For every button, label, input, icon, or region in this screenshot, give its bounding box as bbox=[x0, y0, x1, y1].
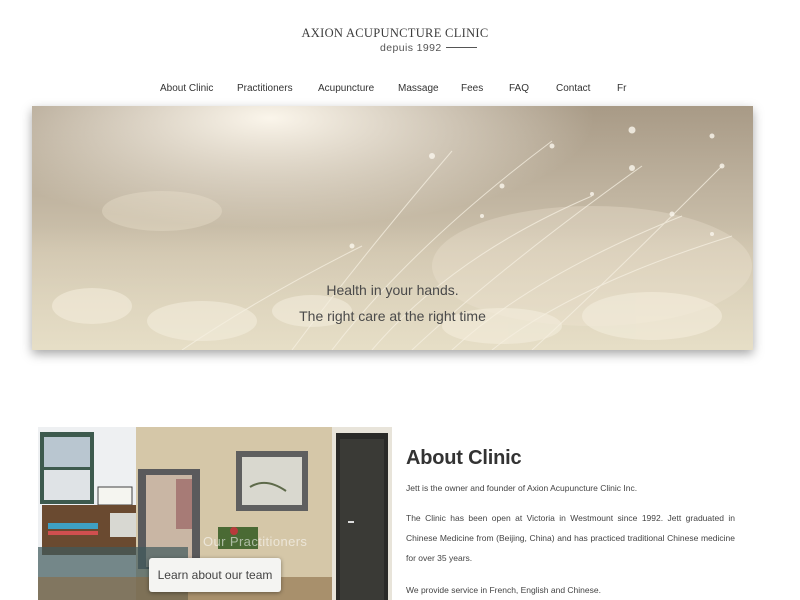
about-clinic-heading: About Clinic bbox=[406, 447, 522, 469]
clinic-logo[interactable]: AXION ACUPUNCTURE CLINIC depuis 1992 bbox=[300, 26, 490, 54]
nav-faq[interactable]: FAQ bbox=[509, 83, 529, 94]
logo-underline bbox=[445, 46, 477, 48]
logo-subtitle: depuis 1992 bbox=[380, 42, 477, 54]
hero-headline: Health in your hands. bbox=[326, 282, 459, 298]
practitioners-caption: Our Practitioners bbox=[203, 534, 308, 549]
main-nav: About Clinic Practitioners Acupuncture M… bbox=[0, 83, 800, 97]
logo-subtitle-text: depuis 1992 bbox=[380, 42, 442, 54]
nav-massage[interactable]: Massage bbox=[398, 83, 439, 94]
nav-acupuncture[interactable]: Acupuncture bbox=[318, 83, 374, 94]
nav-about-clinic[interactable]: About Clinic bbox=[160, 83, 213, 94]
logo-title: AXION ACUPUNCTURE CLINIC bbox=[301, 26, 489, 40]
about-paragraph-owner: Jett is the owner and founder of Axion A… bbox=[406, 483, 638, 493]
clinic-interior-photo: Our Practitioners Learn about our team bbox=[38, 427, 392, 600]
learn-about-team-button[interactable]: Learn about our team bbox=[149, 558, 281, 592]
hero-banner: Health in your hands. The right care at … bbox=[32, 106, 753, 350]
about-paragraph-languages: We provide service in French, English an… bbox=[406, 585, 601, 595]
nav-practitioners[interactable]: Practitioners bbox=[237, 83, 293, 94]
nav-fees[interactable]: Fees bbox=[461, 83, 483, 94]
nav-contact[interactable]: Contact bbox=[556, 83, 590, 94]
about-paragraph-history: The Clinic has been open at Victoria in … bbox=[406, 513, 735, 563]
nav-french-language[interactable]: Fr bbox=[617, 83, 626, 94]
hero-tagline: The right care at the right time bbox=[299, 308, 486, 324]
